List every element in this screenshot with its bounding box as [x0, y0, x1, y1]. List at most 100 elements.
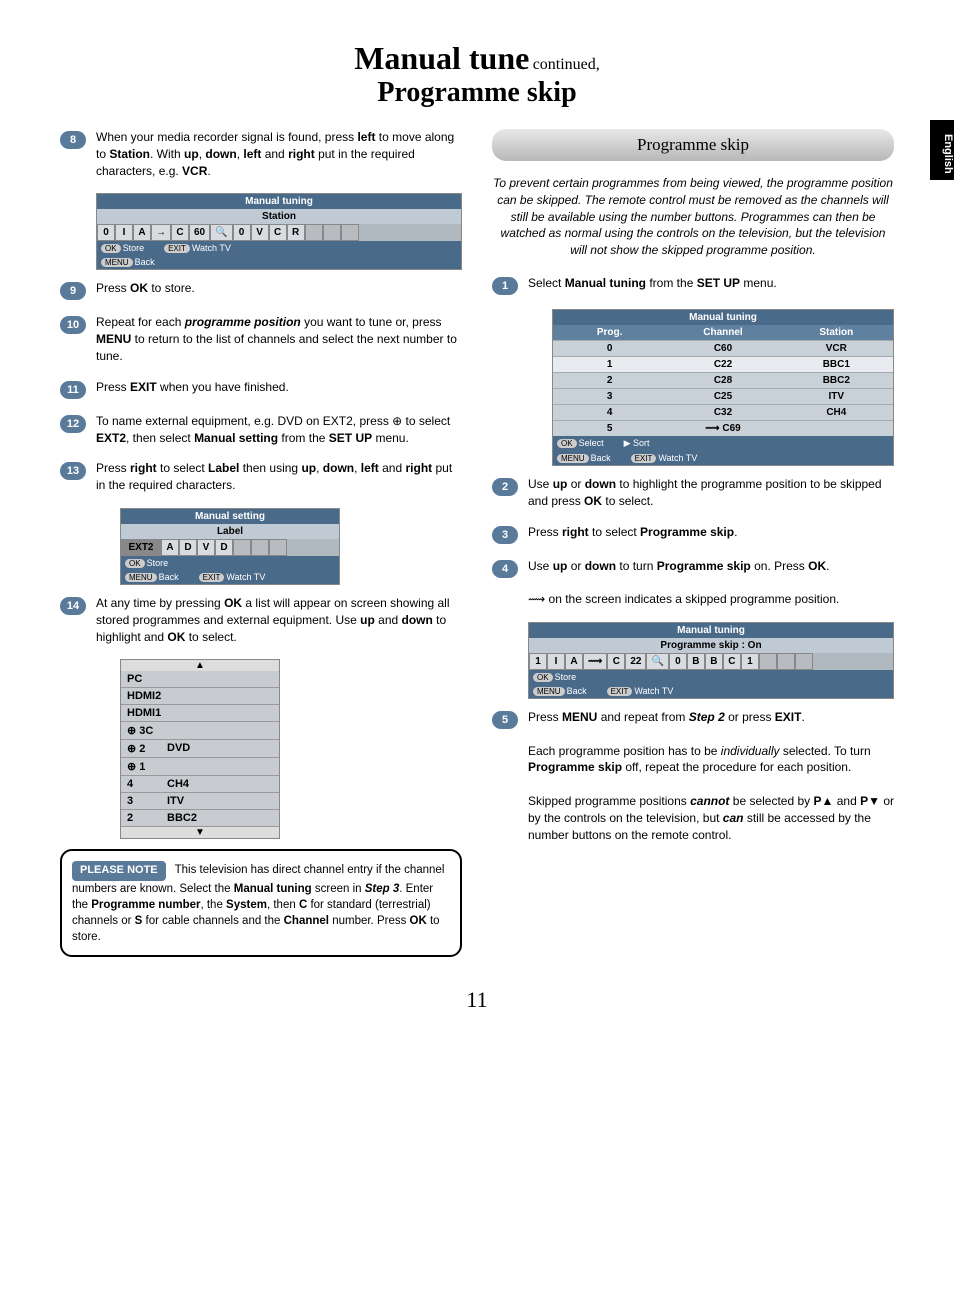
osd-cell: A [133, 224, 151, 241]
table-row: 2C28BBC2 [553, 372, 893, 388]
list-item: 3ITV [121, 793, 279, 810]
osd-cell: I [547, 653, 565, 670]
list-item: 2BBC2 [121, 810, 279, 827]
step-r5: 5 Press MENU and repeat from Step 2 or p… [492, 709, 894, 843]
store2: Store [147, 558, 169, 568]
step-r3: 3 Press right to select Programme skip. [492, 524, 894, 544]
step-text-11: Press EXIT when you have finished. [96, 379, 462, 399]
step-text-r2: Use up or down to highlight the programm… [528, 476, 894, 510]
step-text-9: Press OK to store. [96, 280, 462, 300]
title-sub: Programme skip [377, 77, 576, 108]
please-note-box: PLEASE NOTE This television has direct c… [60, 849, 462, 957]
exit-pill: EXIT [164, 244, 190, 253]
prog-table-title: Manual tuning [553, 310, 893, 325]
osd2-footer: OKStore [121, 556, 339, 570]
step-num-13: 13 [60, 462, 86, 480]
osd-cell: C [269, 224, 287, 241]
list-item: HDMI1 [121, 705, 279, 722]
step-text-r5: Press MENU and repeat from Step 2 or pre… [528, 709, 894, 843]
watch4: Watch TV [634, 686, 673, 696]
store4: Store [555, 672, 577, 682]
osd2-footer2: MENUBack EXITWatch TV [121, 570, 339, 584]
step-text-r4: Use up or down to turn Programme skip on… [528, 558, 894, 608]
osd3-cells: 1IA⟿C22🔍0BBC1 [529, 653, 893, 670]
step-13: 13 Press right to select Label then usin… [60, 460, 462, 494]
ok-pill: OK [101, 244, 121, 253]
watch-label: Watch TV [192, 243, 231, 253]
step-num-12: 12 [60, 415, 86, 433]
list-item: PC [121, 671, 279, 688]
osd-cell [777, 653, 795, 670]
step-num-11: 11 [60, 381, 86, 399]
table-row: 1C22BBC1 [553, 356, 893, 372]
back4: Back [567, 686, 587, 696]
prog-footer2: MENUBack EXITWatch TV [553, 451, 893, 465]
up-arrow-icon: ▲ [121, 660, 279, 671]
step-text-r3: Press right to select Programme skip. [528, 524, 894, 544]
left-column: 8 When your media recorder signal is fou… [60, 129, 462, 957]
step-r4: 4 Use up or down to turn Programme skip … [492, 558, 894, 608]
back-label: Back [135, 257, 155, 267]
programme-table: Manual tuning Prog. Channel Station 0C60… [552, 309, 894, 466]
step-text-r1: Select Manual tuning from the SET UP men… [528, 275, 894, 295]
step-10: 10 Repeat for each programme position yo… [60, 314, 462, 364]
osd1-title: Manual tuning [97, 194, 461, 209]
step-11: 11 Press EXIT when you have finished. [60, 379, 462, 399]
osd1-cells: 0IA→C60🔍0VCR [97, 224, 461, 241]
manual-page: English Manual tune continued, Programme… [0, 0, 954, 1053]
col-prog: Prog. [553, 325, 666, 340]
osd-cell: C [607, 653, 625, 670]
back2: Back [159, 572, 179, 582]
language-tab: English [930, 120, 954, 180]
osd-cell: 0 [97, 224, 115, 241]
osd-cell: C [171, 224, 189, 241]
page-number: 11 [60, 987, 894, 1013]
osd-cell: 22 [625, 653, 646, 670]
step-num-r5: 5 [492, 711, 518, 729]
step-r1: 1 Select Manual tuning from the SET UP m… [492, 275, 894, 295]
step-text-14: At any time by pressing OK a list will a… [96, 595, 462, 645]
osd3-sub: Programme skip : On [529, 638, 893, 653]
osd-cell: 0 [233, 224, 251, 241]
list-item: ⊕ 2DVD [121, 740, 279, 758]
ok-pill3: OK [557, 439, 577, 448]
osd3-footer2: MENUBack EXITWatch TV [529, 684, 893, 698]
osd-cell [323, 224, 341, 241]
store-label: Store [123, 243, 145, 253]
exit-pill3: EXIT [631, 454, 657, 463]
step-num-r2: 2 [492, 478, 518, 496]
list-item: ⊕ 3C [121, 722, 279, 740]
osd2-cells: EXT2 ADVD [121, 539, 339, 556]
right-column: Programme skip To prevent certain progra… [492, 129, 894, 957]
osd2-title: Manual setting [121, 509, 339, 524]
col-channel: Channel [666, 325, 779, 340]
osd-programme-skip: Manual tuning Programme skip : On 1IA⟿C2… [528, 622, 894, 699]
menu-pill4: MENU [533, 687, 565, 696]
step-num-10: 10 [60, 316, 86, 334]
step-num-14: 14 [60, 597, 86, 615]
osd-cell: A [565, 653, 583, 670]
osd-cell: R [287, 224, 305, 241]
osd-cell [341, 224, 359, 241]
step-r2: 2 Use up or down to highlight the progra… [492, 476, 894, 510]
programme-skip-intro: To prevent certain programmes from being… [492, 175, 894, 259]
select3: Select [579, 438, 604, 448]
osd-manual-setting-label: Manual setting Label EXT2 ADVD OKStore M… [120, 508, 340, 585]
step-text-8: When your media recorder signal is found… [96, 129, 462, 179]
watch3: Watch TV [658, 453, 697, 463]
osd-cell: 🔍 [646, 653, 668, 670]
osd1-footer: OKStore EXITWatch TV [97, 241, 461, 255]
step-num-9: 9 [60, 282, 86, 300]
table-row: 5⟿ C69 [553, 420, 893, 436]
step-text-12: To name external equipment, e.g. DVD on … [96, 413, 462, 447]
osd2-sub: Label [121, 524, 339, 539]
step-text-10: Repeat for each programme position you w… [96, 314, 462, 364]
page-title: Manual tune continued, Programme skip [60, 40, 894, 109]
osd-cell: C [723, 653, 741, 670]
osd2-ext: EXT2 [121, 539, 161, 556]
step-14: 14 At any time by pressing OK a list wil… [60, 595, 462, 645]
back3: Back [591, 453, 611, 463]
step-12: 12 To name external equipment, e.g. DVD … [60, 413, 462, 447]
menu-pill2: MENU [125, 573, 157, 582]
table-row: 0C60VCR [553, 340, 893, 356]
